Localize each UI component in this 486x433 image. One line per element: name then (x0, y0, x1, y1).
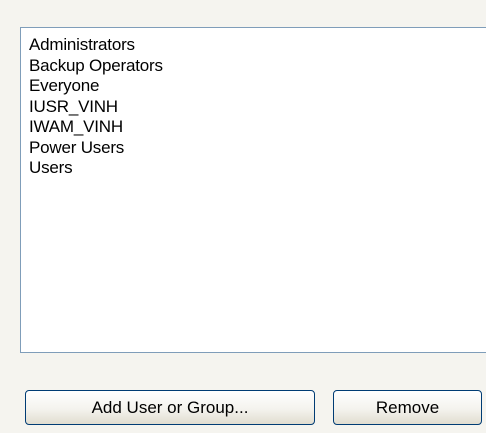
list-item-iusr-vinh[interactable]: IUSR_VINH (29, 97, 486, 118)
list-item-administrators[interactable]: Administrators (29, 35, 486, 56)
list-item-users[interactable]: Users (29, 158, 486, 179)
list-item-iwam-vinh[interactable]: IWAM_VINH (29, 117, 486, 138)
groups-list: Administrators Backup Operators Everyone… (21, 28, 486, 179)
list-item-power-users[interactable]: Power Users (29, 138, 486, 159)
groups-listbox[interactable]: Administrators Backup Operators Everyone… (20, 27, 486, 353)
list-item-everyone[interactable]: Everyone (29, 76, 486, 97)
list-item-backup-operators[interactable]: Backup Operators (29, 56, 486, 77)
add-user-or-group-button[interactable]: Add User or Group... (25, 390, 315, 425)
remove-button[interactable]: Remove (333, 390, 482, 425)
